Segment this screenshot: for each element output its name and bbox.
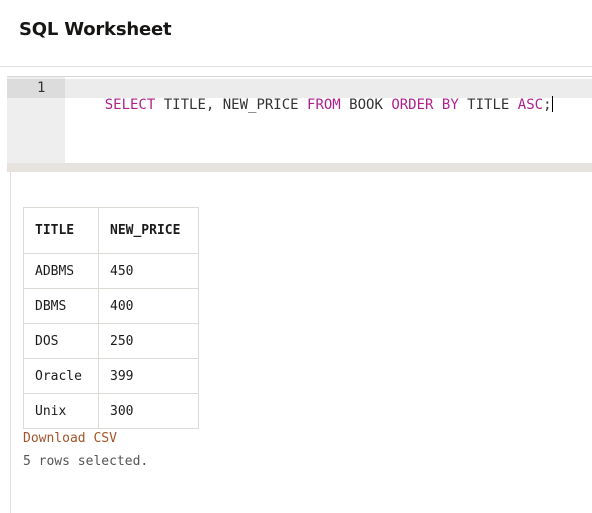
cell-title: DOS [23, 323, 99, 359]
column-header-title: TITLE [23, 207, 99, 254]
cell-new-price: 300 [98, 393, 199, 429]
sql-token: BOOK [340, 97, 392, 113]
table-row: DBMS 400 [23, 288, 199, 324]
results-table: TITLE NEW_PRICE ADBMS 450 DBMS 400 DOS 2… [23, 207, 199, 429]
rows-selected-status: 5 rows selected. [23, 454, 149, 469]
cell-title: DBMS [23, 288, 99, 324]
download-csv-link[interactable]: Download CSV [23, 431, 117, 446]
sql-token: FROM [307, 97, 341, 113]
header-divider [0, 66, 592, 67]
column-header-new-price: NEW_PRICE [98, 207, 199, 254]
table-row: DOS 250 [23, 323, 199, 359]
sql-token: TITLE, NEW_PRICE [155, 97, 308, 113]
sql-code-line[interactable]: SELECT TITLE, NEW_PRICE FROM BOOK ORDER … [71, 80, 553, 129]
worksheet-header: SQL Worksheet [0, 0, 592, 66]
text-cursor [551, 96, 553, 112]
sql-token: ; [543, 97, 552, 113]
table-row: Unix 300 [23, 393, 199, 429]
page-title: SQL Worksheet [19, 19, 172, 40]
cell-new-price: 450 [98, 253, 199, 289]
cell-new-price: 250 [98, 323, 199, 359]
editor-resize-bar[interactable] [7, 163, 592, 172]
sql-token: TITLE [458, 97, 518, 113]
gutter-active-line [7, 79, 65, 98]
cell-title: Oracle [23, 358, 99, 394]
sql-token: ORDER BY [391, 97, 459, 113]
sql-editor[interactable]: 1 SELECT TITLE, NEW_PRICE FROM BOOK ORDE… [7, 76, 592, 163]
cell-new-price: 399 [98, 358, 199, 394]
sql-token: SELECT [104, 97, 156, 113]
cell-title: Unix [23, 393, 99, 429]
table-header-row: TITLE NEW_PRICE [23, 207, 199, 254]
cell-new-price: 400 [98, 288, 199, 324]
line-number: 1 [37, 80, 46, 96]
sql-token: ASC [517, 97, 544, 113]
table-row: ADBMS 450 [23, 253, 199, 289]
table-row: Oracle 399 [23, 358, 199, 394]
cell-title: ADBMS [23, 253, 99, 289]
